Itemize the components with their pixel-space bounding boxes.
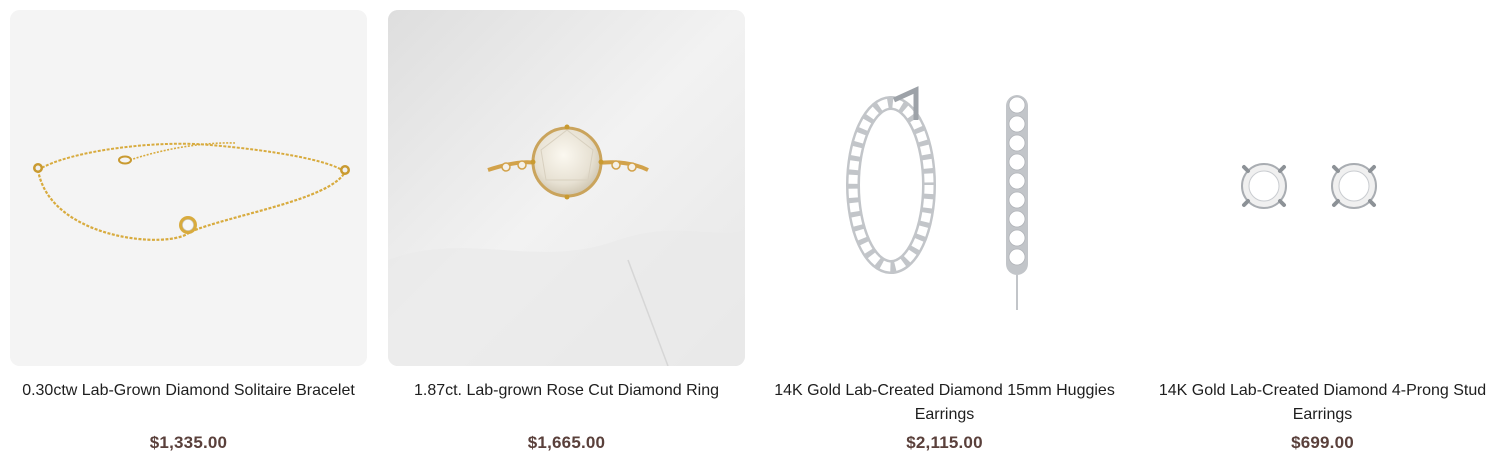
product-card[interactable]: 0.30ctw Lab-Grown Diamond Solitaire Brac…	[10, 10, 367, 453]
product-price: $2,115.00	[906, 433, 983, 452]
hoop-earrings-image	[766, 10, 1123, 366]
product-image-ring[interactable]	[388, 10, 745, 366]
product-grid: 0.30ctw Lab-Grown Diamond Solitaire Brac…	[0, 0, 1500, 465]
product-title[interactable]: 14K Gold Lab-Created Diamond 15mm Huggie…	[766, 379, 1123, 427]
product-card[interactable]: 14K Gold Lab-Created Diamond 15mm Huggie…	[766, 10, 1123, 453]
product-price: $699.00	[1291, 433, 1354, 452]
product-card[interactable]: 14K Gold Lab-Created Diamond 4-Prong Stu…	[1144, 10, 1500, 453]
product-price: $1,665.00	[527, 433, 606, 452]
ring-image	[388, 10, 745, 366]
product-title[interactable]: 1.87ct. Lab-grown Rose Cut Diamond Ring	[388, 379, 745, 403]
product-price: $1,335.00	[149, 433, 228, 452]
product-title[interactable]: 0.30ctw Lab-Grown Diamond Solitaire Brac…	[10, 379, 367, 403]
product-image-bracelet[interactable]	[10, 10, 367, 366]
product-title[interactable]: 14K Gold Lab-Created Diamond 4-Prong Stu…	[1144, 379, 1500, 427]
stud-earrings-image	[1144, 10, 1500, 366]
bracelet-image	[10, 10, 367, 366]
product-image-hoop-earrings[interactable]	[766, 10, 1123, 366]
product-card[interactable]: 1.87ct. Lab-grown Rose Cut Diamond Ring …	[388, 10, 745, 453]
product-image-stud-earrings[interactable]	[1144, 10, 1500, 366]
